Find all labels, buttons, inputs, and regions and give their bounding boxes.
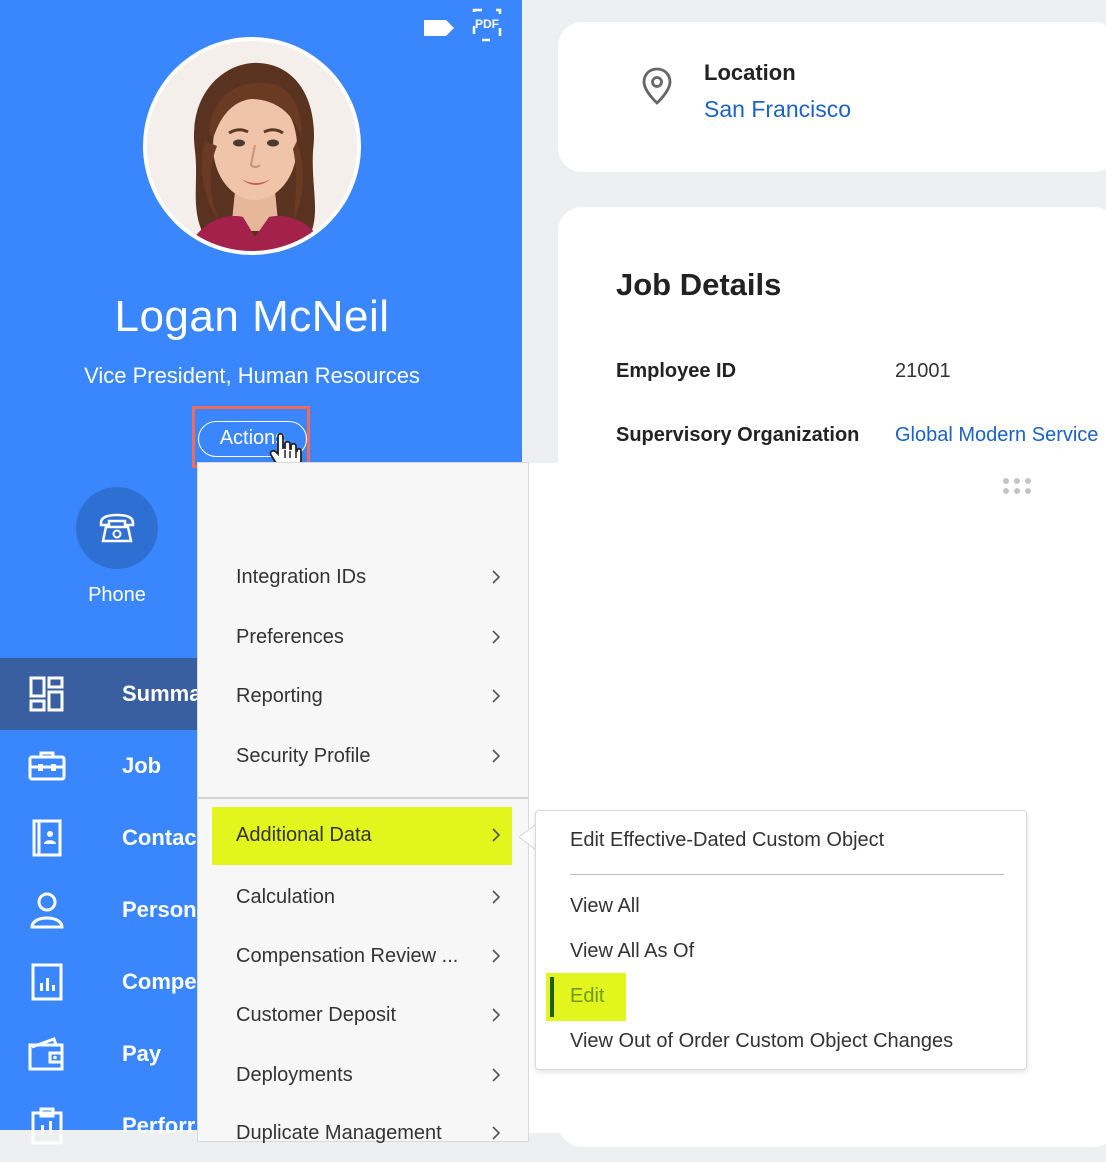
nav-label: Summa bbox=[122, 681, 202, 706]
menu-item-duplicate-management[interactable]: Duplicate Management bbox=[198, 1105, 528, 1161]
submenu-item-view-all[interactable]: View All bbox=[570, 895, 640, 918]
menu-item-label: Integration IDs bbox=[236, 565, 367, 588]
menu-item-deployments[interactable]: Deployments bbox=[198, 1047, 528, 1103]
phone-button[interactable] bbox=[76, 487, 158, 569]
employee-id-value: 21001 bbox=[895, 360, 951, 382]
clipboard-icon bbox=[31, 1107, 63, 1145]
menu-item-label: Additional Data bbox=[236, 823, 372, 846]
menu-item-preferences[interactable]: Preferences bbox=[198, 609, 528, 665]
nav-label: Pay bbox=[122, 1041, 162, 1066]
location-pin-icon bbox=[642, 67, 672, 105]
avatar bbox=[143, 37, 361, 255]
nav-label: Job bbox=[122, 753, 162, 778]
menu-item-label: Duplicate Management bbox=[236, 1121, 442, 1144]
summary-grid-icon bbox=[29, 676, 64, 712]
phone-label: Phone bbox=[88, 584, 146, 606]
submenu-item-edit-effective-dated[interactable]: Edit Effective-Dated Custom Object bbox=[570, 829, 884, 852]
menu-item-customer-deposit[interactable]: Customer Deposit bbox=[198, 987, 528, 1043]
tag-icon[interactable] bbox=[424, 20, 454, 36]
menu-divider bbox=[198, 797, 528, 799]
wallet-icon bbox=[28, 1037, 64, 1071]
menu-item-label: Compensation Review ... bbox=[236, 944, 459, 967]
chevron-right-icon bbox=[492, 749, 501, 763]
menu-item-label: Deployments bbox=[236, 1063, 353, 1086]
phone-icon bbox=[99, 513, 135, 543]
chevron-right-icon bbox=[492, 828, 501, 842]
menu-item-integration-ids[interactable]: Integration IDs bbox=[198, 549, 528, 605]
person-icon bbox=[30, 892, 64, 929]
location-title: Location bbox=[704, 60, 796, 85]
menu-item-reporting[interactable]: Reporting bbox=[198, 668, 528, 724]
edit-selection-bar bbox=[550, 977, 554, 1017]
employee-id-label: Employee ID bbox=[616, 360, 737, 382]
chevron-right-icon bbox=[492, 949, 501, 963]
submenu-item-edit[interactable]: Edit bbox=[570, 985, 604, 1008]
profile-job-title: Vice President, Human Resources bbox=[84, 363, 420, 388]
menu-item-label: Preferences bbox=[236, 625, 344, 648]
drag-grip-icon[interactable] bbox=[1000, 476, 1034, 496]
chevron-right-icon bbox=[492, 630, 501, 644]
menu-item-label: Calculation bbox=[236, 885, 335, 908]
menu-item-calculation[interactable]: Calculation bbox=[198, 869, 528, 925]
location-link[interactable]: San Francisco bbox=[704, 96, 851, 123]
nav-label: Person bbox=[122, 897, 197, 922]
submenu-divider bbox=[570, 874, 1004, 875]
actions-menu: Integration IDs Preferences Reporting Se… bbox=[197, 462, 529, 1144]
supervisory-org-label: Supervisory Organization bbox=[616, 424, 860, 446]
submenu-item-view-out-of-order[interactable]: View Out of Order Custom Object Changes bbox=[570, 1030, 953, 1053]
menu-item-security-profile[interactable]: Security Profile bbox=[198, 728, 528, 784]
chevron-right-icon bbox=[492, 1008, 501, 1022]
menu-item-label: Customer Deposit bbox=[236, 1003, 397, 1026]
chevron-right-icon bbox=[492, 1068, 501, 1082]
nav-label: Contac bbox=[122, 825, 197, 850]
profile-toolbar: PDF bbox=[424, 8, 502, 42]
pdf-label: PDF bbox=[475, 17, 499, 31]
menu-item-label: Reporting bbox=[236, 684, 323, 707]
pdf-icon[interactable]: PDF bbox=[472, 8, 502, 42]
profile-name: Logan McNeil bbox=[114, 292, 390, 341]
menu-item-label: Security Profile bbox=[236, 744, 371, 767]
chevron-right-icon bbox=[492, 689, 501, 703]
chevron-right-icon bbox=[492, 1126, 501, 1140]
chevron-right-icon bbox=[492, 890, 501, 904]
job-details-title: Job Details bbox=[616, 267, 782, 302]
additional-data-submenu: Edit Effective-Dated Custom Object View … bbox=[535, 810, 1027, 1070]
menu-item-additional-data[interactable]: Additional Data bbox=[198, 807, 528, 865]
compensation-chart-icon bbox=[31, 963, 63, 1001]
menu-item-compensation-review[interactable]: Compensation Review ... bbox=[198, 928, 528, 984]
chevron-right-icon bbox=[492, 570, 501, 584]
avatar-photo bbox=[147, 41, 357, 251]
nav-label: Perforr bbox=[122, 1113, 196, 1138]
location-card: Location San Francisco bbox=[558, 22, 1106, 172]
briefcase-icon bbox=[28, 751, 66, 781]
nav-label: Compe bbox=[122, 969, 197, 994]
submenu-item-view-all-as-of[interactable]: View All As Of bbox=[570, 940, 694, 963]
contact-book-icon bbox=[32, 819, 62, 857]
supervisory-org-link[interactable]: Global Modern Service bbox=[895, 424, 1098, 447]
